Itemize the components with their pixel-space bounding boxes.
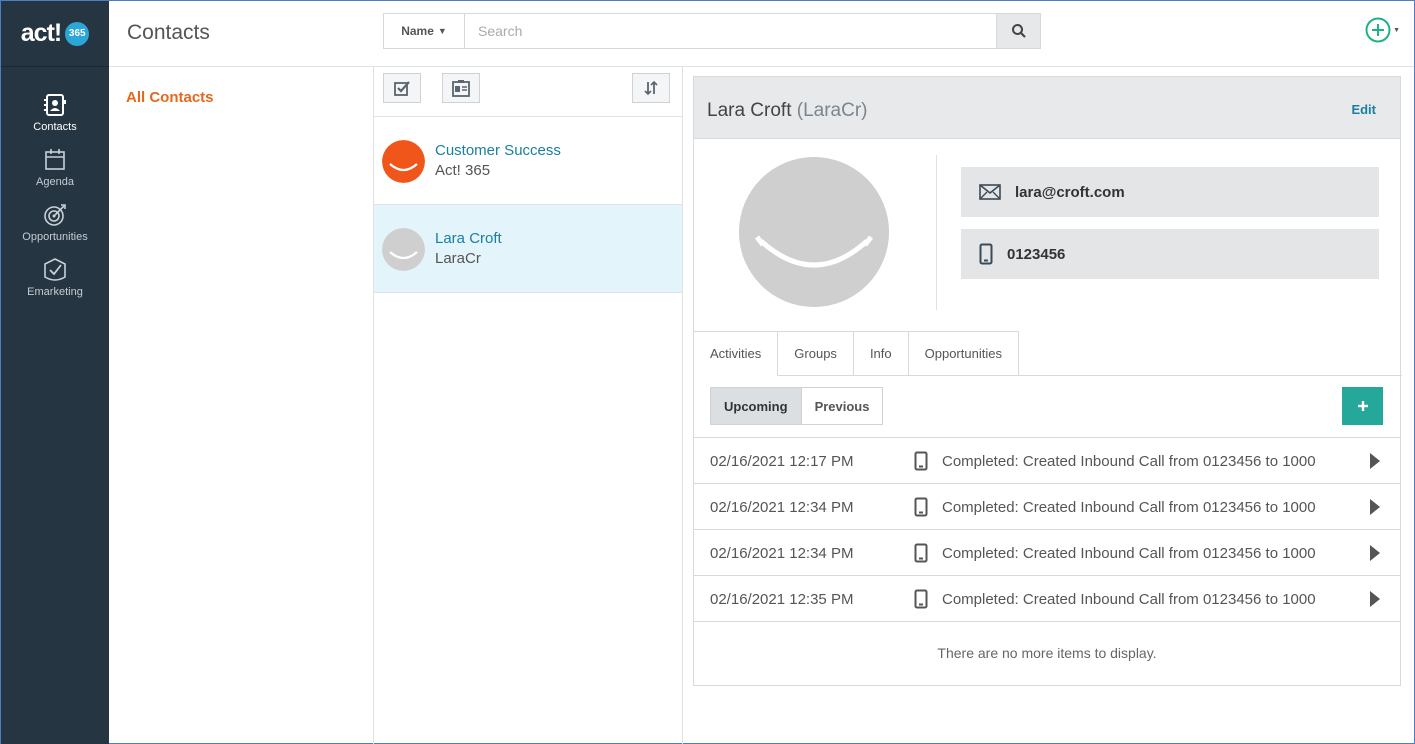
caret-down-icon: ▼ (1393, 26, 1400, 34)
contact-company: LaraCr (435, 250, 481, 267)
activity-description: Completed: Created Inbound Call from 012… (942, 499, 1316, 516)
activity-row[interactable]: 02/16/2021 12:17 PM Completed: Created I… (694, 437, 1400, 483)
detail-alias: (LaraCr) (796, 100, 868, 121)
sort-button[interactable] (632, 73, 670, 103)
chevron-right-icon[interactable] (1369, 591, 1381, 607)
top-header: Contacts Name ▼ ▼ (109, 1, 1414, 67)
activity-description: Completed: Created Inbound Call from 012… (942, 453, 1316, 470)
search-field-selector[interactable]: Name ▼ (384, 14, 465, 48)
detail-header: Lara Croft (LaraCr) Edit (694, 77, 1400, 139)
nav-item-contacts[interactable]: Contacts (1, 92, 109, 133)
mobile-phone-icon (979, 243, 993, 265)
nav-label-emarketing: Emarketing (27, 286, 83, 298)
app-logo[interactable]: act! 365 (1, 1, 109, 67)
caret-down-icon: ▼ (437, 26, 447, 36)
select-mode-button[interactable] (383, 73, 421, 103)
nav-label-opportunities: Opportunities (22, 231, 88, 243)
contacts-icon (44, 94, 66, 116)
search-field-label: Name (401, 24, 434, 38)
list-item[interactable]: Lara Croft LaraCr (374, 205, 682, 293)
activity-description: Completed: Created Inbound Call from 012… (942, 545, 1316, 562)
emarketing-icon (44, 258, 66, 281)
contact-list: Customer Success Act! 365 Lara Croft Lar… (374, 67, 683, 744)
phone-field[interactable]: 0123456 (961, 229, 1379, 279)
mobile-phone-icon (914, 589, 928, 609)
list-toolbar (374, 67, 682, 117)
nav-label-agenda: Agenda (36, 176, 74, 188)
activity-description: Completed: Created Inbound Call from 012… (942, 591, 1316, 608)
search-icon (1011, 24, 1026, 38)
tab-groups[interactable]: Groups (778, 331, 854, 376)
add-activity-button[interactable] (1342, 387, 1383, 425)
activity-row[interactable]: 02/16/2021 12:34 PM Completed: Created I… (694, 483, 1400, 529)
activity-datetime: 02/16/2021 12:17 PM (710, 453, 854, 470)
plus-icon (1357, 401, 1368, 411)
subtab-previous[interactable]: Previous (801, 388, 883, 424)
card-view-button[interactable] (442, 73, 480, 103)
contact-name: Lara Croft (435, 230, 502, 247)
mobile-phone-icon (914, 543, 928, 563)
activity-filter: Upcoming Previous (710, 387, 884, 425)
target-icon (44, 204, 66, 226)
page-title: Contacts (127, 21, 210, 44)
mobile-phone-icon (914, 497, 928, 517)
list-item[interactable]: Customer Success Act! 365 (374, 117, 682, 205)
edit-button[interactable]: Edit (1351, 102, 1376, 117)
contact-card-icon (452, 80, 470, 97)
subtab-upcoming[interactable]: Upcoming (711, 388, 802, 424)
activity-list: 02/16/2021 12:17 PM Completed: Created I… (694, 437, 1400, 683)
email-field[interactable]: lara@croft.com (961, 167, 1379, 217)
chevron-right-icon[interactable] (1369, 545, 1381, 561)
sort-icon (644, 80, 658, 96)
activity-datetime: 02/16/2021 12:34 PM (710, 545, 854, 562)
nav-label-contacts: Contacts (33, 121, 77, 133)
chevron-right-icon[interactable] (1369, 453, 1381, 469)
mobile-phone-icon (914, 451, 928, 471)
logo-text: act! (20, 19, 62, 47)
detail-tabs: Activities Groups Info Opportunities (694, 331, 1402, 376)
tab-info[interactable]: Info (853, 331, 909, 376)
nav-item-agenda[interactable]: Agenda (1, 147, 109, 188)
avatar (382, 228, 425, 271)
nav-item-opportunities[interactable]: Opportunities (1, 202, 109, 243)
detail-title: Lara Croft (LaraCr) (707, 100, 868, 122)
search-bar: Name ▼ (383, 13, 1041, 49)
add-new-button[interactable]: ▼ (1365, 17, 1400, 43)
email-value: lara@croft.com (1015, 183, 1125, 201)
activity-row[interactable]: 02/16/2021 12:35 PM Completed: Created I… (694, 575, 1400, 621)
search-input[interactable] (465, 14, 996, 48)
avatar (739, 157, 889, 307)
divider (936, 155, 937, 310)
phone-value: 0123456 (1007, 245, 1066, 263)
nav-item-emarketing[interactable]: Emarketing (1, 257, 109, 298)
plus-circle-icon (1365, 17, 1391, 43)
calendar-icon (45, 149, 65, 170)
envelope-icon (979, 184, 1001, 200)
activity-datetime: 02/16/2021 12:35 PM (710, 591, 854, 608)
search-button[interactable] (996, 14, 1040, 48)
left-nav: act! 365 Contacts Agenda Opportunities E… (1, 1, 109, 744)
detail-name: Lara Croft (707, 100, 792, 121)
tab-opportunities[interactable]: Opportunities (908, 331, 1019, 376)
tab-activities[interactable]: Activities (694, 331, 779, 376)
contact-detail: Lara Croft (LaraCr) Edit lara@croft.com … (693, 76, 1402, 686)
groups-panel: All Contacts (109, 67, 374, 744)
all-contacts-link[interactable]: All Contacts (126, 89, 214, 106)
activity-datetime: 02/16/2021 12:34 PM (710, 499, 854, 516)
empty-message: There are no more items to display. (694, 621, 1400, 683)
checkbox-icon (394, 81, 410, 96)
avatar (382, 140, 425, 183)
chevron-right-icon[interactable] (1369, 499, 1381, 515)
logo-badge: 365 (65, 21, 90, 46)
activity-row[interactable]: 02/16/2021 12:34 PM Completed: Created I… (694, 529, 1400, 575)
contact-company: Act! 365 (435, 162, 491, 179)
contact-name: Customer Success (435, 142, 561, 159)
